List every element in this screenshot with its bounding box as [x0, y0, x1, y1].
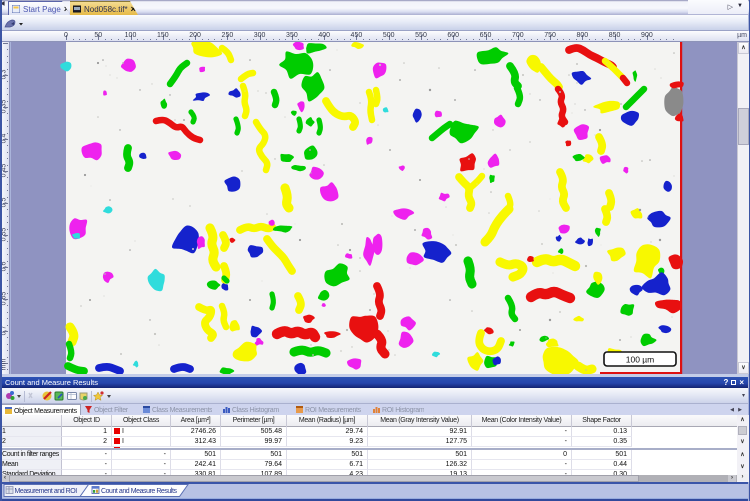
svg-text:Count and Measure Results: Count and Measure Results	[101, 488, 177, 495]
svg-text:Measurement and ROI: Measurement and ROI	[15, 488, 78, 495]
svg-text:100 µm: 100 µm	[626, 355, 655, 365]
